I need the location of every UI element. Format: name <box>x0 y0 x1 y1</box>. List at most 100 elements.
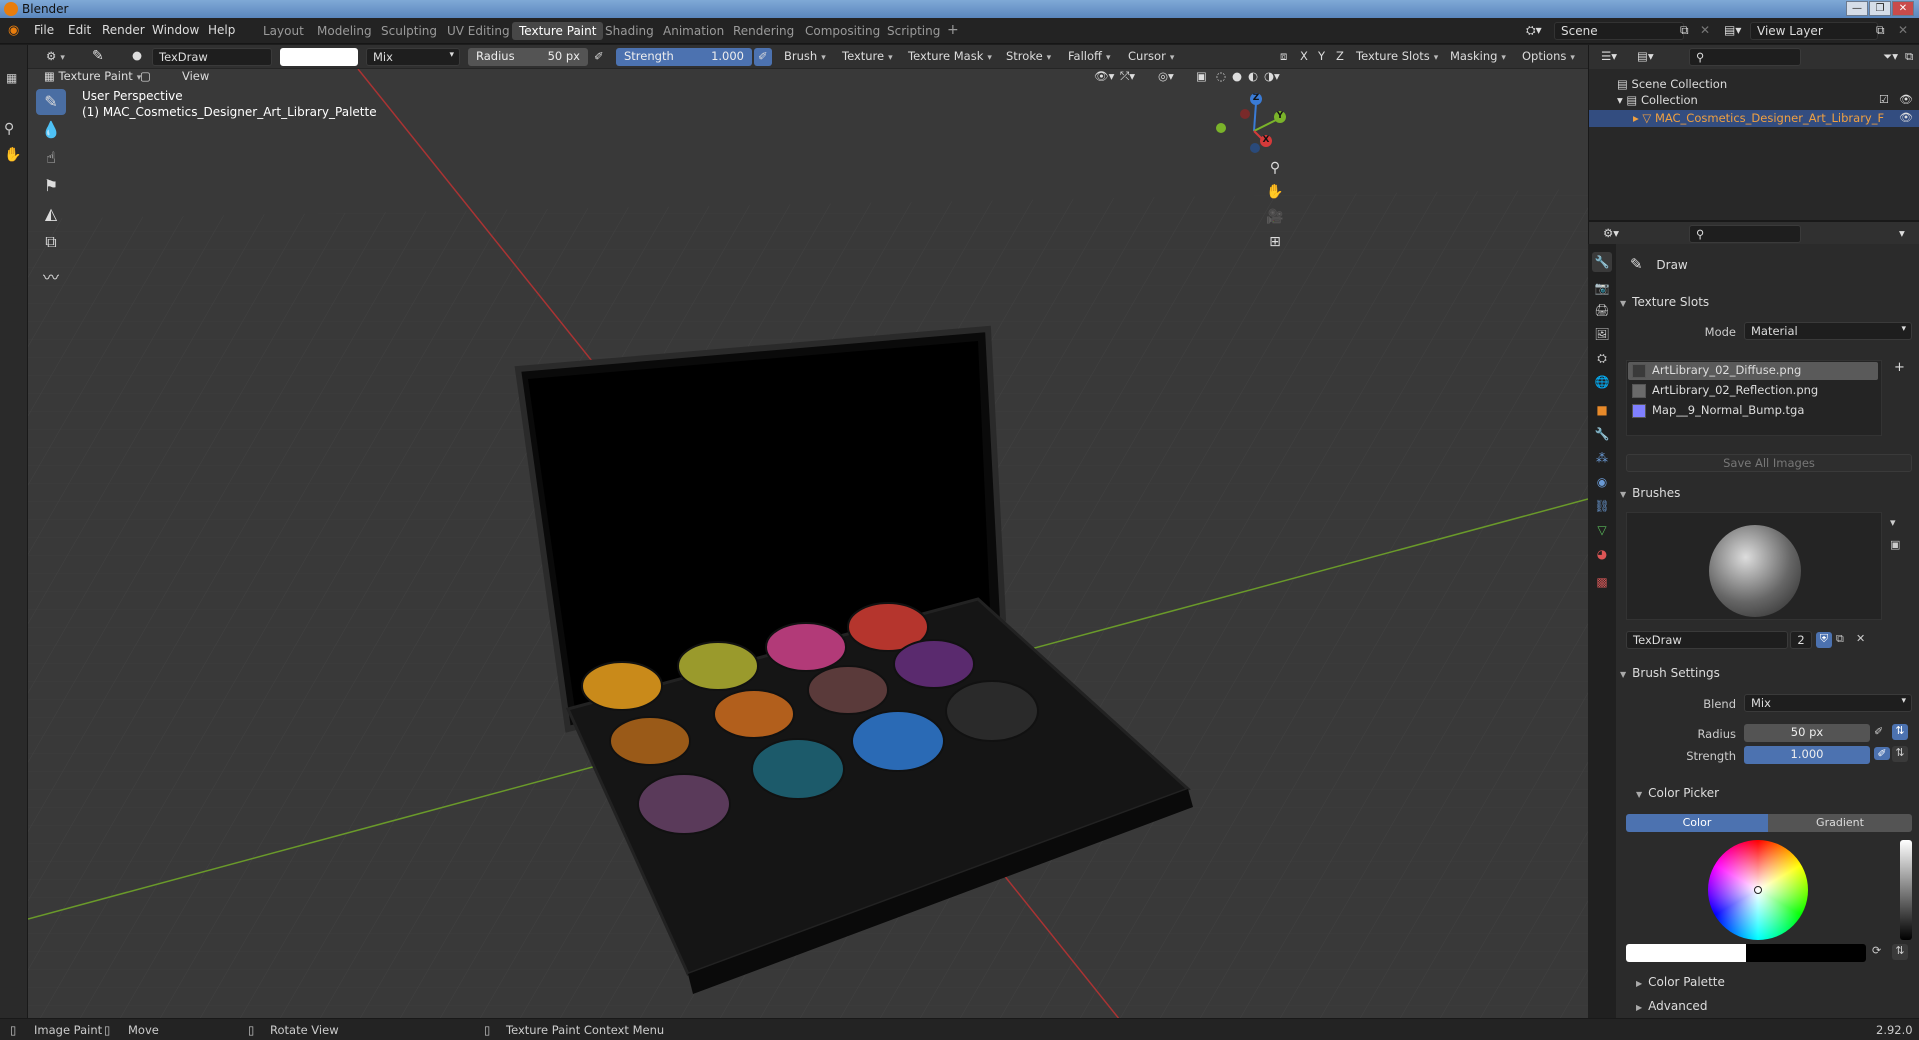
brush-name-field[interactable]: TexDraw <box>152 48 272 66</box>
physics-tab-icon[interactable]: ◉ <box>1592 472 1612 492</box>
zoom-icon[interactable]: ⚲ <box>4 121 14 137</box>
blend-mode-dropdown[interactable]: Mix ▾ <box>366 48 460 66</box>
shading-rendered-icon[interactable]: ◑▾ <box>1260 69 1284 86</box>
brush-settings-section[interactable]: ▼ Brush Settings <box>1620 666 1914 688</box>
visibility-icon[interactable]: 👁▾ <box>1090 69 1118 86</box>
brush-name-field[interactable]: TexDraw <box>1626 631 1788 649</box>
hand-icon[interactable]: ✋ <box>4 147 21 163</box>
color-tab[interactable]: Color <box>1626 814 1768 832</box>
mode-dropdown[interactable]: ▦ Texture Paint ▾ <box>40 69 145 86</box>
unlink-brush-icon[interactable]: ✕ <box>1856 632 1865 645</box>
new-view-layer-icon[interactable]: ⧉ <box>1876 23 1885 38</box>
gradient-tab[interactable]: Gradient <box>1768 814 1912 832</box>
collection-row[interactable]: ▾ ▤ Collection <box>1617 93 1698 107</box>
blender-menu-icon[interactable]: ◉ <box>8 23 19 38</box>
scene-collection-row[interactable]: ▤ Scene Collection <box>1617 77 1727 91</box>
smear-tool-icon[interactable]: ☝ <box>36 145 66 171</box>
editor-menu-icon[interactable]: ▦ <box>6 71 17 85</box>
view-layer-field[interactable]: View Layer <box>1750 22 1878 40</box>
texture-dropdown[interactable]: Texture ▾ <box>838 48 897 66</box>
filter-icon[interactable]: ⏷▾ <box>1879 48 1902 66</box>
object-row-label[interactable]: ▸ ▽ MAC_Cosmetics_Designer_Art_Library_F <box>1633 111 1884 125</box>
texture-mask-dropdown[interactable]: Texture Mask ▾ <box>904 48 996 66</box>
texture-slot-item[interactable]: ArtLibrary_02_Diffuse.png <box>1628 362 1805 380</box>
tab-sculpting[interactable]: Sculpting <box>374 22 444 40</box>
radius-unit-icon[interactable]: ⇅ <box>1892 724 1908 740</box>
strength-unit-icon[interactable]: ⇅ <box>1892 746 1908 762</box>
zoom-viewport-icon[interactable]: ⚲ <box>1264 157 1286 179</box>
render-tab-icon[interactable]: 📷 <box>1592 278 1612 298</box>
symmetry-icon[interactable]: ⧈ <box>1276 48 1291 66</box>
secondary-color-swatch[interactable] <box>1746 944 1866 962</box>
brushes-section[interactable]: ▼ Brushes <box>1620 486 1914 508</box>
brush-image-icon[interactable]: ▣ <box>1890 538 1900 551</box>
brush-list-expand-icon[interactable]: ▾ <box>1890 516 1896 529</box>
brush-users-count[interactable]: 2 <box>1790 631 1812 649</box>
camera-view-icon[interactable]: 🎥 <box>1264 206 1286 228</box>
menu-help[interactable]: Help <box>208 23 235 37</box>
texture-slots-section[interactable]: ▼ Texture Slots <box>1620 295 1914 317</box>
annotate-tool-icon[interactable]: 〰 <box>36 265 66 291</box>
display-mode-icon[interactable]: ▤▾ <box>1633 48 1658 66</box>
clone-tool-icon[interactable]: ⚑ <box>36 173 66 199</box>
color-wheel-cursor[interactable] <box>1754 886 1762 894</box>
texture-slot-item[interactable]: ArtLibrary_02_Reflection.png <box>1628 382 1822 400</box>
duplicate-brush-icon[interactable]: ⧉ <box>1836 632 1844 646</box>
material-tab-icon[interactable]: ◕ <box>1592 544 1612 564</box>
tab-texture-paint[interactable]: Texture Paint <box>512 22 604 40</box>
color-picker-section[interactable]: ▼ Color Picker <box>1636 786 1919 808</box>
strength-slider[interactable]: Strength 1.000 <box>616 48 752 66</box>
world-tab-icon[interactable]: 🌐 <box>1592 372 1612 392</box>
tab-compositing[interactable]: Compositing <box>798 22 887 40</box>
gizmo-neg-y[interactable] <box>1216 123 1226 133</box>
tab-rendering[interactable]: Rendering <box>726 22 801 40</box>
constraints-tab-icon[interactable]: ⛓ <box>1592 496 1612 516</box>
texture-tab-icon[interactable]: ▩ <box>1592 572 1612 592</box>
3d-viewport[interactable]: User Perspective (1) MAC_Cosmetics_Desig… <box>28 69 1588 1030</box>
navigation-gizmo[interactable]: Z Y X <box>1198 89 1288 159</box>
menu-edit[interactable]: Edit <box>68 23 91 37</box>
tab-shading[interactable]: Shading <box>598 22 661 40</box>
delete-scene-icon[interactable]: ✕ <box>1700 23 1710 37</box>
cursor-dropdown[interactable]: Cursor ▾ <box>1124 48 1178 66</box>
xray-icon[interactable]: ▣ <box>1192 69 1211 86</box>
object-visibility-icon[interactable]: 👁 <box>1899 111 1913 124</box>
strength-pressure-icon[interactable]: ✐ <box>1874 747 1890 760</box>
texture-slot-item[interactable]: Map__9_Normal_Bump.tga <box>1628 402 1808 420</box>
particles-tab-icon[interactable]: ⁂ <box>1592 448 1612 468</box>
radius-pressure-icon[interactable]: ✐ <box>590 48 608 66</box>
strength-pressure-icon[interactable]: ✐ <box>754 48 772 66</box>
collection-visibility-icon[interactable]: 👁 <box>1899 93 1913 106</box>
color-wheel[interactable] <box>1708 840 1808 940</box>
scene-selector-icon[interactable]: ⛭▾ <box>1526 23 1542 38</box>
new-collection-icon[interactable]: ⧉ <box>1901 48 1917 66</box>
view-menu[interactable]: View <box>178 69 213 86</box>
close-window-button[interactable]: ✕ <box>1892 1 1914 16</box>
save-all-images-button[interactable]: Save All Images <box>1626 454 1912 472</box>
tab-uv-editing[interactable]: UV Editing <box>440 22 517 40</box>
masking-dropdown[interactable]: Masking ▾ <box>1446 48 1510 66</box>
collection-checkbox[interactable]: ☑ <box>1879 93 1889 106</box>
menu-file[interactable]: File <box>34 23 54 37</box>
color-palette-section[interactable]: ▶ Color Palette <box>1636 975 1919 997</box>
radius-slider[interactable]: Radius 50 px <box>468 48 588 66</box>
maximize-button[interactable]: ❐ <box>1869 1 1891 16</box>
brush-dropdown[interactable]: Brush ▾ <box>780 48 830 66</box>
strength-field[interactable]: 1.000 <box>1744 746 1870 764</box>
perspective-toggle-icon[interactable]: ⊞ <box>1264 231 1286 253</box>
properties-editor-icon[interactable]: ⚙▾ <box>1599 225 1623 243</box>
outliner-editor-icon[interactable]: ☰▾ <box>1597 48 1621 66</box>
data-tab-icon[interactable]: ▽ <box>1592 520 1612 540</box>
outliner-search-input[interactable]: ⚲ <box>1689 48 1801 66</box>
axis-z-toggle[interactable]: Z <box>1332 48 1348 66</box>
minimize-button[interactable]: — <box>1846 1 1868 16</box>
output-tab-icon[interactable]: 🖨 <box>1592 300 1612 320</box>
menu-render[interactable]: Render <box>102 23 145 37</box>
gizmo-neg-x[interactable] <box>1240 109 1250 119</box>
falloff-dropdown[interactable]: Falloff ▾ <box>1064 48 1115 66</box>
view-mode-icon[interactable]: ▢ <box>136 69 155 86</box>
fake-user-shield-icon[interactable]: ⛨ <box>1816 632 1832 648</box>
gizmo-y-axis[interactable]: Y <box>1274 111 1286 123</box>
brush-preview-box[interactable] <box>1626 512 1882 620</box>
primary-color-swatch[interactable] <box>1626 944 1746 962</box>
